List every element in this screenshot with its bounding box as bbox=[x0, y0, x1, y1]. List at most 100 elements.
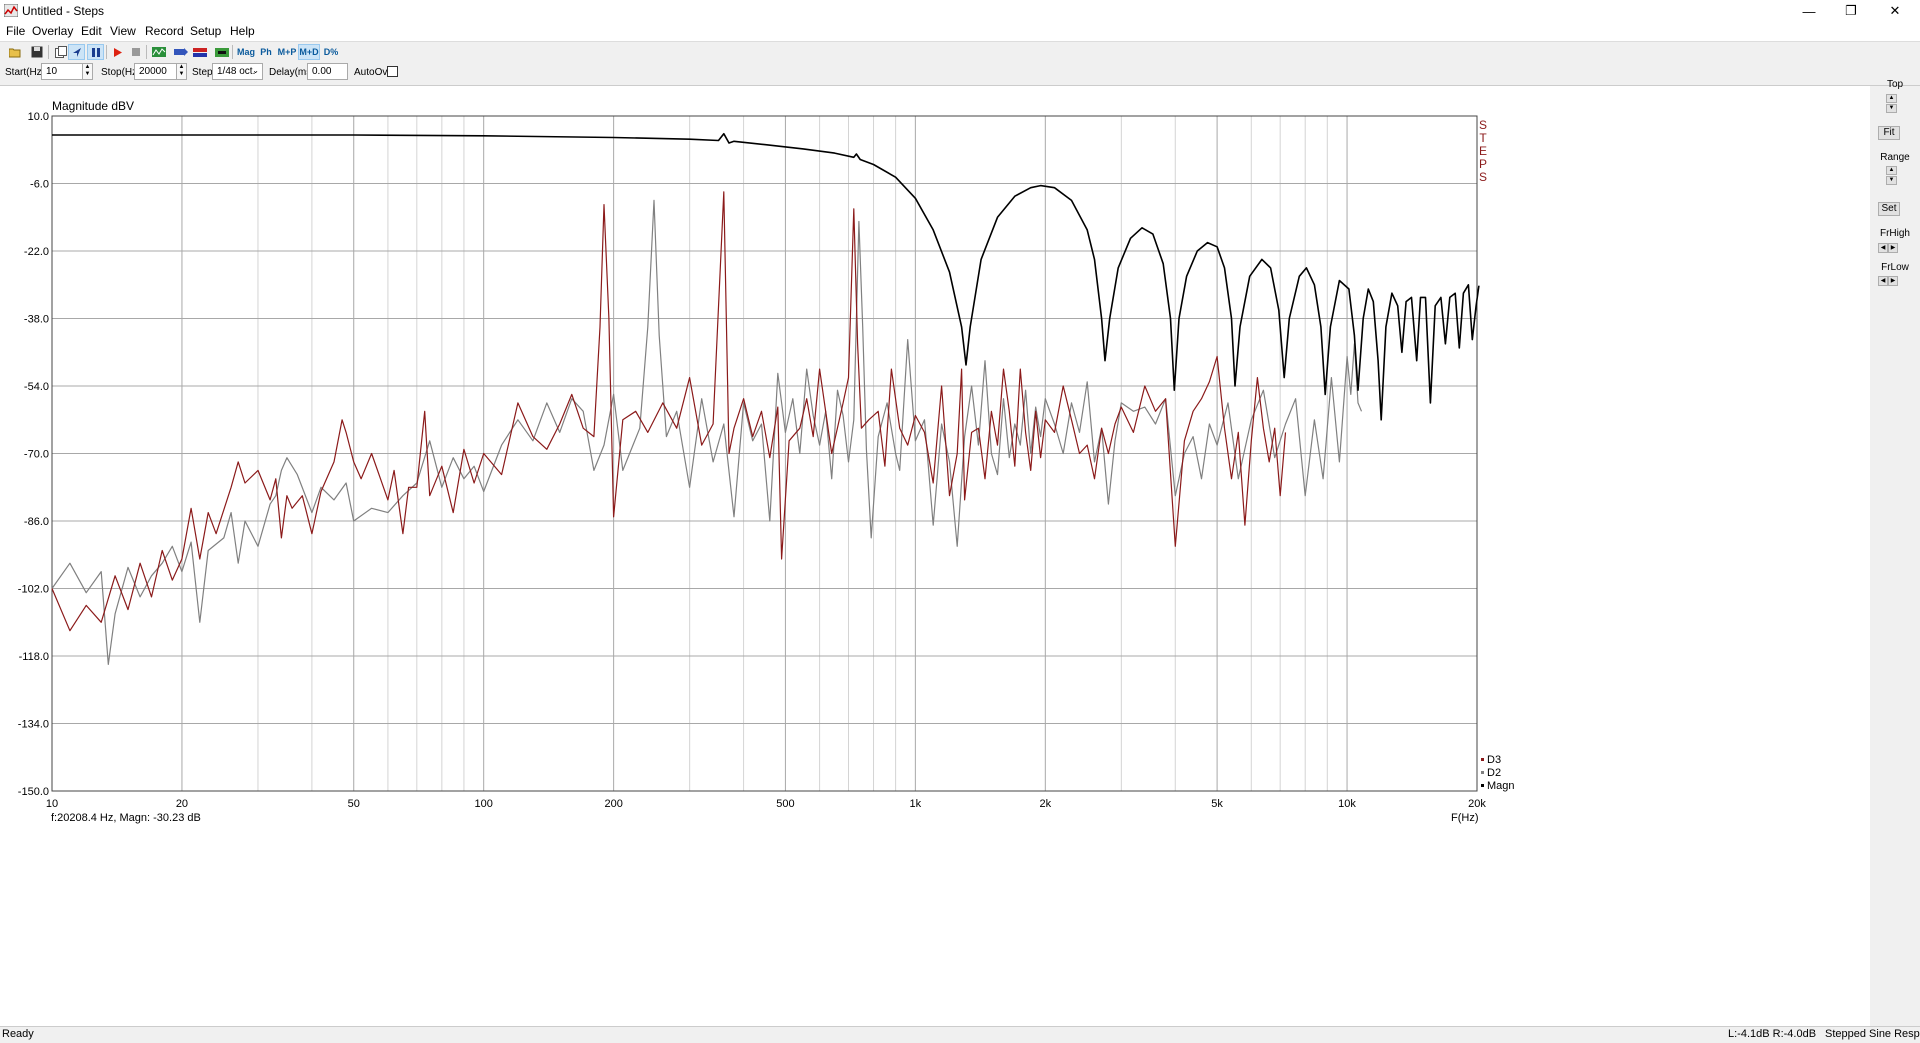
x-axis-label: F(Hz) bbox=[1451, 812, 1479, 824]
range-down-button[interactable]: ▼ bbox=[1886, 176, 1897, 185]
stop-field[interactable]: 20000 bbox=[134, 63, 177, 80]
top-up-button[interactable]: ▲ bbox=[1886, 94, 1897, 103]
phase-button[interactable]: Ph bbox=[256, 44, 276, 60]
magnitude-chart[interactable]: 10.0 -6.0 -22.0 -38.0 -54.0 -70.0 -86.0 -102.0 -… bbox=[0, 86, 1870, 1026]
set-button[interactable]: Set bbox=[1878, 202, 1900, 216]
frlow-label: FrLow bbox=[1881, 262, 1909, 273]
x-tick-label: 2k bbox=[1040, 798, 1052, 810]
steps-watermark: STEPS bbox=[1479, 118, 1487, 184]
level-icon bbox=[214, 47, 229, 57]
series-line-magn bbox=[52, 132, 1480, 421]
range-up-button[interactable]: ▲ bbox=[1886, 166, 1897, 175]
legend: D3D2Magn bbox=[1481, 754, 1515, 792]
mag-distortion-button[interactable]: M+D bbox=[298, 44, 320, 60]
y-axis-label: Magnitude dBV bbox=[52, 99, 134, 113]
arrow-right-icon: ▶ bbox=[1890, 278, 1896, 284]
series-line-d2 bbox=[51, 199, 1363, 666]
signal-button[interactable] bbox=[191, 44, 208, 60]
y-tick-label: 10.0 bbox=[28, 111, 49, 123]
distortion-percent-button[interactable]: D% bbox=[321, 44, 341, 60]
step-select[interactable]: 1/48 oct. ⌄ bbox=[212, 63, 263, 80]
chevron-down-icon: ⌄ bbox=[252, 66, 259, 75]
menu-edit[interactable]: Edit bbox=[81, 24, 102, 38]
menu-bar: File Overlay Edit View Record Setup Help bbox=[0, 22, 1920, 41]
cursor-readout: f:20208.4 Hz, Magn: -30.23 dB bbox=[51, 812, 201, 824]
legend-label: D2 bbox=[1487, 767, 1501, 779]
top-down-button[interactable]: ▼ bbox=[1886, 104, 1897, 113]
mag-button[interactable]: Mag bbox=[236, 44, 256, 60]
y-tick-label: -118.0 bbox=[19, 651, 49, 663]
step-value: 1/48 oct. bbox=[217, 66, 256, 77]
frhigh-left-button[interactable]: ◀ bbox=[1878, 243, 1888, 253]
record-icon bbox=[113, 47, 122, 57]
status-bar: Ready L:-4.1dB R:-4.0dB Stepped Sine Res… bbox=[0, 1026, 1920, 1043]
range-label: Range bbox=[1880, 152, 1910, 163]
y-tick-label: -54.0 bbox=[24, 381, 49, 393]
title-bar: Untitled - Steps — ❐ ✕ bbox=[0, 0, 1920, 22]
mag-phase-button[interactable]: M+P bbox=[276, 44, 298, 60]
menu-view[interactable]: View bbox=[110, 24, 136, 38]
phase-label: Ph bbox=[260, 47, 272, 57]
watermark-letter: P bbox=[1479, 157, 1487, 171]
generator-button[interactable] bbox=[172, 44, 189, 60]
stop-spinner[interactable]: ▲ ▼ bbox=[176, 63, 187, 80]
menu-overlay[interactable]: Overlay bbox=[32, 24, 73, 38]
frlow-right-button[interactable]: ▶ bbox=[1888, 276, 1898, 286]
x-tick-label: 1k bbox=[910, 798, 922, 810]
overlay-icon bbox=[151, 47, 166, 57]
x-tick-label: 10 bbox=[46, 798, 58, 810]
pause-button[interactable] bbox=[87, 44, 104, 60]
watermark-letter: S bbox=[1479, 118, 1487, 132]
restore-button[interactable]: ❐ bbox=[1828, 0, 1874, 22]
legend-label: Magn bbox=[1487, 780, 1515, 792]
close-button[interactable]: ✕ bbox=[1872, 0, 1918, 22]
signal-icon bbox=[192, 47, 207, 57]
menu-help[interactable]: Help bbox=[230, 24, 255, 38]
save-icon bbox=[31, 46, 42, 58]
x-tick-label: 50 bbox=[348, 798, 360, 810]
stop-button[interactable] bbox=[127, 44, 144, 60]
y-tick-label: -6.0 bbox=[30, 179, 49, 191]
right-panel: Top ▲ ▼ Fit Range ▲ ▼ Set FrHigh ◀ ▶ FrL… bbox=[1870, 79, 1920, 1026]
y-tick-label: -134.0 bbox=[18, 719, 49, 731]
fit-button[interactable]: Fit bbox=[1878, 126, 1900, 140]
autoovr-label: AutoOvr bbox=[354, 67, 391, 78]
start-spinner[interactable]: ▲ ▼ bbox=[82, 63, 93, 80]
open-button[interactable] bbox=[7, 44, 24, 60]
cursor-button[interactable] bbox=[68, 44, 85, 60]
overlay-button[interactable] bbox=[150, 44, 167, 60]
record-button[interactable] bbox=[109, 44, 126, 60]
arrow-left-icon: ◀ bbox=[1880, 278, 1886, 284]
toolbar-separator bbox=[146, 45, 147, 59]
x-tick-label: 5k bbox=[1211, 798, 1223, 810]
frhigh-right-button[interactable]: ▶ bbox=[1888, 243, 1898, 253]
toolbar-separator bbox=[48, 45, 49, 59]
close-icon: ✕ bbox=[1889, 3, 1901, 18]
menu-setup[interactable]: Setup bbox=[190, 24, 221, 38]
x-tick-label: 500 bbox=[776, 798, 794, 810]
restore-icon: ❐ bbox=[1845, 3, 1857, 18]
menu-file[interactable]: File bbox=[6, 24, 25, 38]
frlow-left-button[interactable]: ◀ bbox=[1878, 276, 1888, 286]
series-layer bbox=[51, 132, 1480, 666]
delay-field[interactable]: 0.00 bbox=[307, 63, 348, 80]
watermark-letter: S bbox=[1479, 170, 1487, 184]
copy-button[interactable] bbox=[52, 44, 69, 60]
minimize-button[interactable]: — bbox=[1786, 0, 1832, 22]
start-field[interactable]: 10 bbox=[41, 63, 83, 80]
arrow-up-icon: ▲ bbox=[1888, 167, 1895, 173]
mag-label: Mag bbox=[237, 47, 255, 57]
series-line-d3 bbox=[51, 191, 1287, 632]
menu-record[interactable]: Record bbox=[145, 24, 184, 38]
watermark-letter: T bbox=[1479, 131, 1487, 145]
stop-icon bbox=[131, 48, 140, 56]
save-button[interactable] bbox=[28, 44, 45, 60]
graph-area[interactable]: 10.0 -6.0 -22.0 -38.0 -54.0 -70.0 -86.0 -102.0 -… bbox=[0, 86, 1870, 1026]
copy-icon bbox=[54, 46, 67, 58]
y-tick-label: -86.0 bbox=[24, 516, 49, 528]
autoovr-checkbox[interactable] bbox=[387, 66, 398, 77]
parameter-bar: Start(Hz) 10 ▲ ▼ Stop(Hz) 20000 ▲ ▼ Step 1… bbox=[0, 61, 1920, 86]
level-button[interactable] bbox=[213, 44, 230, 60]
toolbar: Mag Ph M+P M+D D% bbox=[0, 41, 1920, 62]
status-text: Ready bbox=[2, 1028, 34, 1040]
